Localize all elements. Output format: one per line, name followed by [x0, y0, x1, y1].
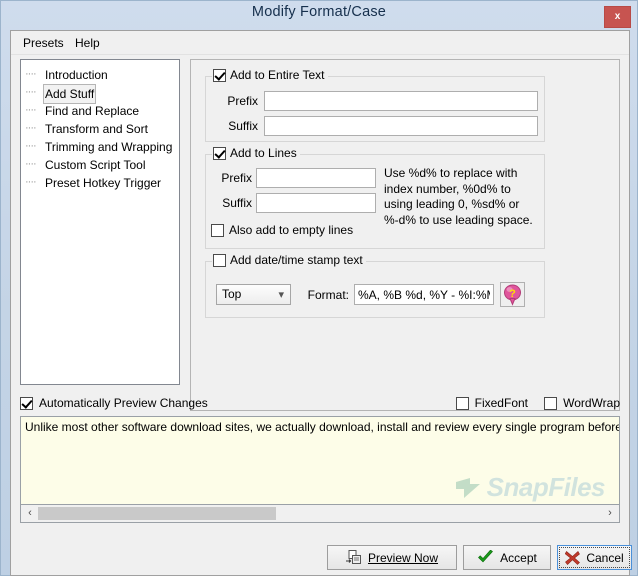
- word-wrap-checkbox[interactable]: [544, 396, 558, 410]
- modify-format-case-window: Modify Format/Case x Presets Help ···· I…: [0, 0, 638, 576]
- navigation-tree[interactable]: ···· Introduction ···· Add Stuff ···· Fi…: [20, 59, 180, 385]
- scroll-left-icon[interactable]: ‹: [22, 505, 38, 521]
- cancel-label: Cancel: [586, 550, 624, 565]
- tree-dash-icon: ····: [25, 86, 37, 98]
- also-add-empty-lines-label: Also add to empty lines: [229, 223, 354, 237]
- tree-item-label: Transform and Sort: [45, 122, 148, 136]
- tree-dash-icon: ····: [25, 140, 37, 152]
- entire-prefix-input[interactable]: [264, 91, 538, 111]
- also-add-empty-lines-checkbox[interactable]: [211, 223, 224, 237]
- copy-page-icon: [345, 550, 361, 564]
- lines-prefix-label: Prefix: [221, 171, 252, 185]
- window-title: Modify Format/Case: [251, 4, 387, 20]
- svg-text:?: ?: [509, 288, 516, 300]
- datetime-format-input[interactable]: [354, 284, 494, 305]
- tree-item-introduction[interactable]: ···· Introduction: [21, 66, 179, 84]
- dialog-footer: Preview Now Accept Cancel: [10, 539, 632, 576]
- title-bar: Modify Format/Case x: [1, 1, 637, 29]
- close-icon[interactable]: x: [604, 6, 631, 28]
- tree-dash-icon: ····: [25, 68, 37, 80]
- tree-item-label: Trimming and Wrapping: [45, 140, 173, 154]
- add-to-lines-checkbox[interactable]: [213, 146, 226, 160]
- red-x-icon: [565, 550, 581, 565]
- lines-prefix-input[interactable]: [256, 168, 376, 188]
- also-add-empty-lines-row[interactable]: Also add to empty lines: [211, 223, 353, 237]
- tree-dash-icon: ····: [25, 122, 37, 134]
- add-datetime-stamp-header[interactable]: Add date/time stamp text: [212, 253, 366, 267]
- tree-item-label: Add Stuff: [43, 84, 97, 104]
- snapfiles-logo-icon: SnapFiles: [454, 472, 606, 503]
- add-to-entire-text-group: Add to Entire Text Prefix Suffix: [205, 68, 545, 142]
- snapfiles-wordmark: SnapFiles: [486, 472, 606, 502]
- help-balloon-icon[interactable]: ?: [500, 282, 525, 307]
- datetime-position-select[interactable]: Top ▾: [216, 284, 291, 305]
- green-check-icon: [478, 550, 494, 563]
- tree-item-label: Introduction: [45, 68, 108, 82]
- tree-dash-icon: ····: [25, 104, 37, 116]
- tree-item-transform-and-sort[interactable]: ···· Transform and Sort: [21, 120, 179, 138]
- tree-item-preset-hotkey-trigger[interactable]: ···· Preset Hotkey Trigger: [21, 174, 179, 192]
- add-to-entire-text-label: Add to Entire Text: [230, 68, 325, 82]
- menu-item-presets[interactable]: Presets: [17, 35, 70, 51]
- lines-suffix-label: Suffix: [222, 196, 252, 210]
- snapfiles-mark-glyph: [455, 477, 480, 498]
- tree-item-custom-script-tool[interactable]: ···· Custom Script Tool: [21, 156, 179, 174]
- datetime-format-label: Format:: [307, 288, 349, 302]
- tree-dash-icon: ····: [25, 176, 37, 188]
- add-to-entire-text-header[interactable]: Add to Entire Text: [212, 68, 328, 82]
- lines-format-hint: Use %d% to replace with index number, %0…: [384, 166, 533, 227]
- scrollbar-thumb[interactable]: [38, 507, 276, 520]
- add-datetime-stamp-group: Add date/time stamp text Top ▾ Format: ?: [205, 253, 545, 318]
- auto-preview-label: Automatically Preview Changes: [39, 396, 208, 410]
- entire-prefix-label: Prefix: [227, 94, 258, 108]
- add-datetime-stamp-label: Add date/time stamp text: [230, 253, 363, 267]
- preview-options-bar: Automatically Preview Changes FixedFont …: [20, 393, 620, 415]
- cancel-button[interactable]: Cancel: [557, 545, 632, 570]
- options-panel: Add to Entire Text Prefix Suffix Add to …: [190, 59, 620, 411]
- client-area: Presets Help ···· Introduction ···· Add …: [10, 30, 630, 539]
- preview-horizontal-scrollbar[interactable]: ‹ ›: [20, 505, 620, 523]
- auto-preview-row[interactable]: Automatically Preview Changes: [20, 396, 208, 410]
- lines-suffix-input[interactable]: [256, 193, 376, 213]
- fixed-font-checkbox[interactable]: [455, 396, 469, 410]
- preview-now-button[interactable]: Preview Now: [327, 545, 457, 570]
- word-wrap-row[interactable]: WordWrap: [544, 396, 620, 410]
- menu-item-help[interactable]: Help: [69, 35, 106, 51]
- tree-dash-icon: ····: [25, 158, 37, 170]
- tree-item-label: Preset Hotkey Trigger: [45, 176, 162, 190]
- preview-now-label: Preview Now: [367, 550, 439, 565]
- add-to-lines-group: Add to Lines Prefix Suffix Use %d% to re…: [205, 146, 545, 249]
- entire-suffix-input[interactable]: [264, 116, 538, 136]
- chevron-down-icon: ▾: [278, 289, 284, 301]
- datetime-position-value: Top: [222, 287, 242, 301]
- entire-suffix-label: Suffix: [228, 119, 258, 133]
- add-to-entire-text-checkbox[interactable]: [213, 68, 226, 82]
- add-datetime-stamp-checkbox[interactable]: [213, 253, 226, 267]
- tree-item-label: Find and Replace: [45, 104, 140, 118]
- word-wrap-label: WordWrap: [563, 396, 620, 410]
- fixed-font-row[interactable]: FixedFont: [455, 396, 528, 410]
- accept-label: Accept: [500, 550, 537, 565]
- fixed-font-label: FixedFont: [474, 396, 528, 410]
- accept-button[interactable]: Accept: [463, 545, 551, 570]
- scroll-right-icon[interactable]: ›: [602, 505, 618, 521]
- preview-content: Unlike most other software download site…: [25, 420, 620, 434]
- tree-item-add-stuff[interactable]: ···· Add Stuff: [21, 84, 179, 104]
- auto-preview-checkbox[interactable]: [20, 396, 33, 410]
- menu-bar: Presets Help: [11, 31, 629, 55]
- help-balloon-glyph: ?: [504, 284, 521, 306]
- preview-text-area[interactable]: Unlike most other software download site…: [20, 416, 620, 505]
- add-to-lines-label: Add to Lines: [230, 146, 297, 160]
- tree-item-label: Custom Script Tool: [45, 158, 146, 172]
- add-to-lines-header[interactable]: Add to Lines: [212, 146, 300, 160]
- tree-item-trimming-and-wrapping[interactable]: ···· Trimming and Wrapping: [21, 138, 179, 156]
- tree-item-find-and-replace[interactable]: ···· Find and Replace: [21, 102, 179, 120]
